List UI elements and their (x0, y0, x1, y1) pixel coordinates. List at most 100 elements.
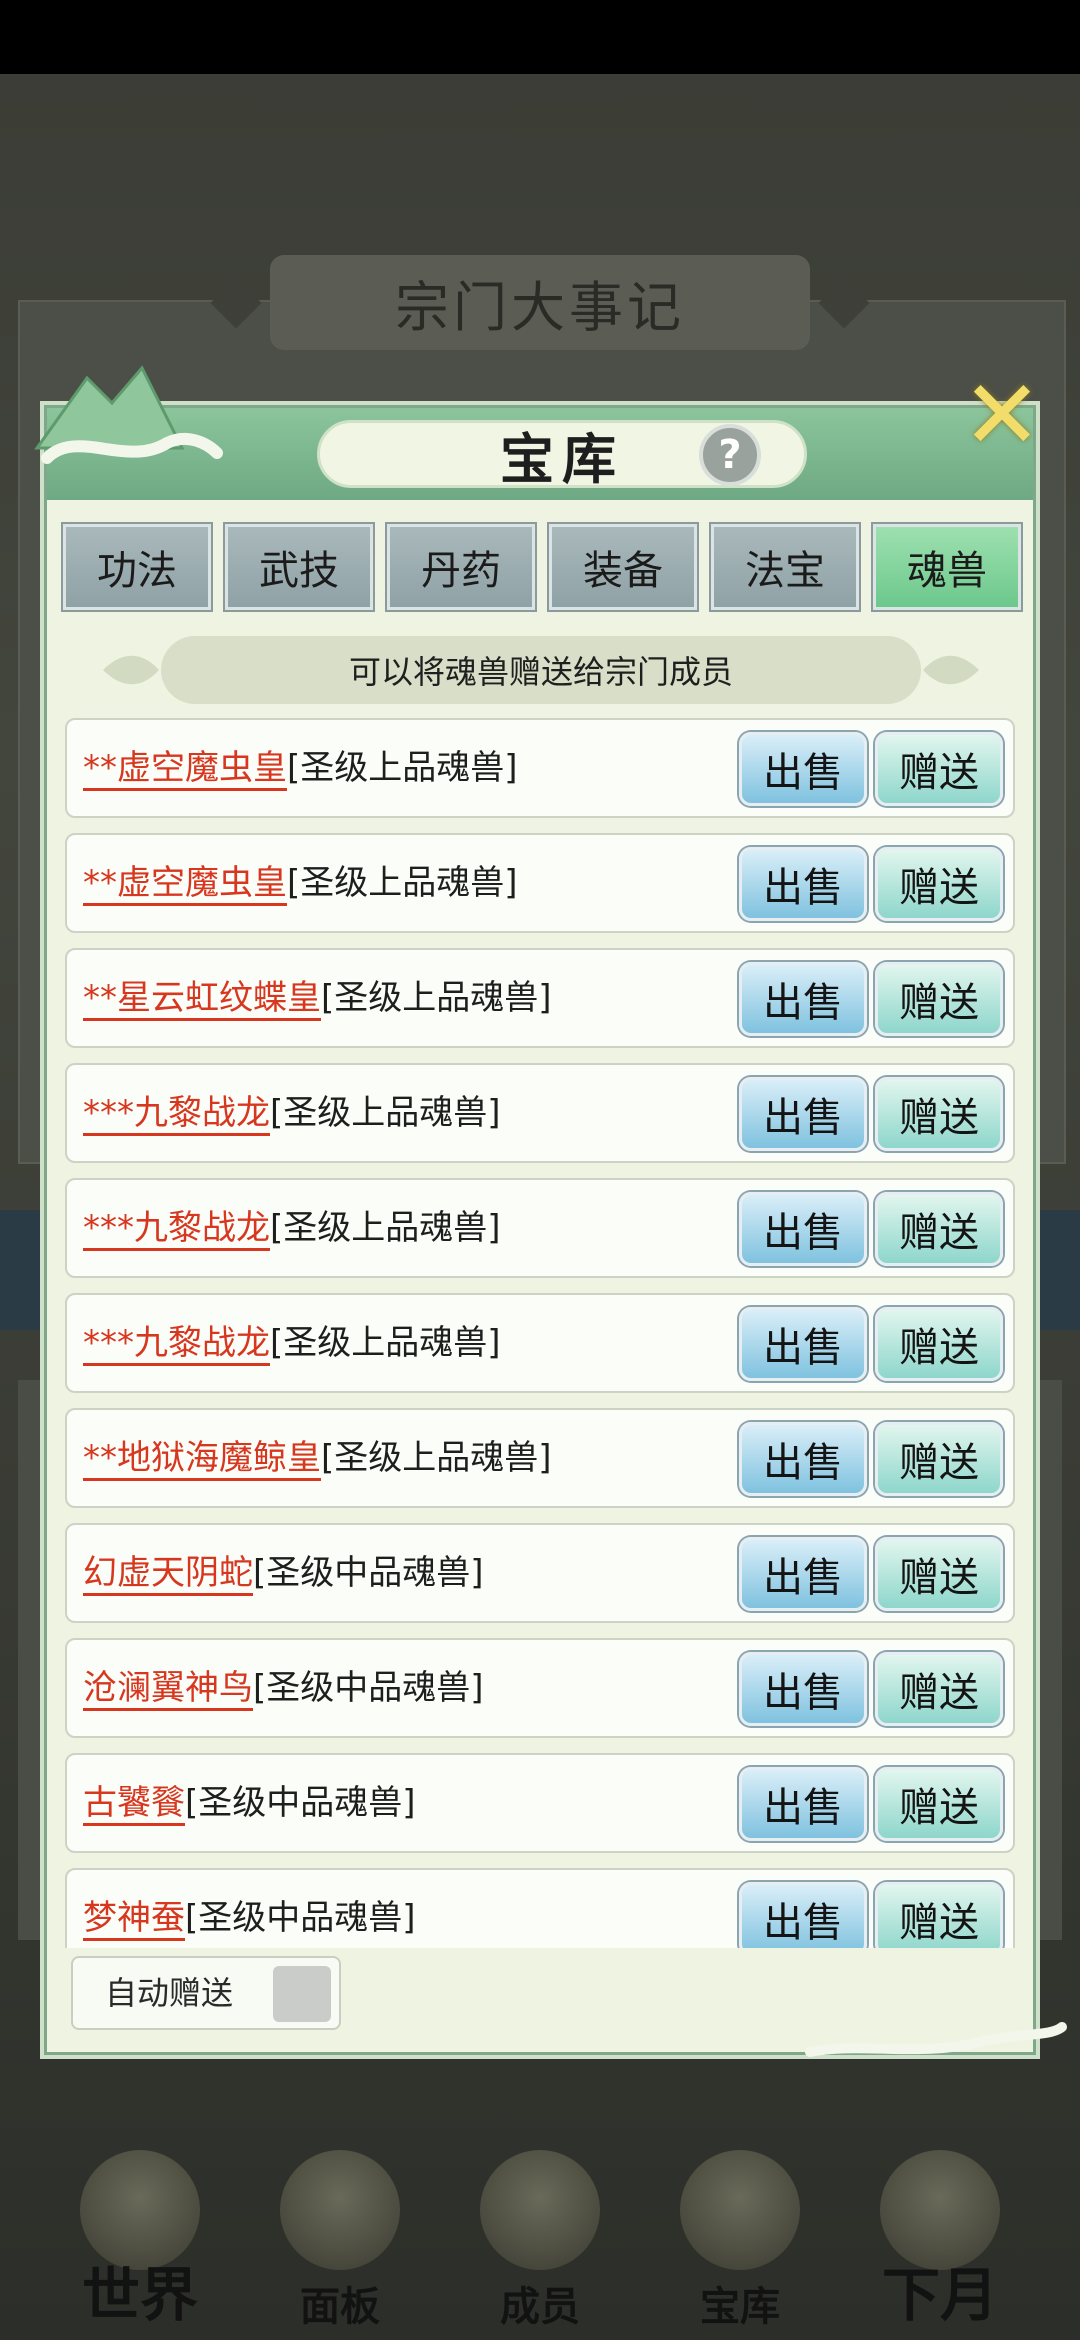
item-name-link[interactable]: 幻虚天阴蛇 (83, 1553, 253, 1596)
list-item: ***九黎战龙[圣级上品魂兽] 出售 赠送 (65, 1293, 1015, 1393)
status-bar (0, 0, 1080, 74)
tab-5[interactable]: 魂兽 (873, 524, 1021, 610)
item-grade: [圣级中品魂兽] (253, 1553, 484, 1593)
sell-button[interactable]: 出售 (739, 1652, 867, 1726)
item-name-link[interactable]: 沧澜翼神鸟 (83, 1668, 253, 1711)
sell-button[interactable]: 出售 (739, 1882, 867, 1948)
nav-label: 下月 (881, 2261, 998, 2329)
item-text: **虚空魔虫皇[圣级上品魂兽] (83, 720, 518, 820)
soul-beast-list[interactable]: **虚空魔虫皇[圣级上品魂兽] 出售 赠送 **虚空魔虫皇[圣级上品魂兽] 出售 赠送 **… (65, 718, 1015, 1948)
gift-button[interactable]: 赠送 (875, 1077, 1003, 1151)
item-grade: [圣级上品魂兽] (321, 1438, 552, 1478)
panel-gate-icon (280, 2150, 400, 2270)
tab-4[interactable]: 法宝 (711, 524, 859, 610)
item-grade: [圣级上品魂兽] (287, 863, 518, 903)
gift-button[interactable]: 赠送 (875, 1767, 1003, 1841)
nav-item-2[interactable]: 成员 (440, 2130, 640, 2340)
list-item: **地狱海魔鲸皇[圣级上品魂兽] 出售 赠送 (65, 1408, 1015, 1508)
nav-label: 面板 (300, 2283, 380, 2330)
item-name-link[interactable]: ***九黎战龙 (83, 1093, 270, 1136)
list-item: ***九黎战龙[圣级上品魂兽] 出售 赠送 (65, 1063, 1015, 1163)
item-text: ***九黎战龙[圣级上品魂兽] (83, 1065, 501, 1165)
tab-0[interactable]: 功法 (63, 524, 211, 610)
sell-button[interactable]: 出售 (739, 1767, 867, 1841)
nav-item-3[interactable]: 宝库 (640, 2130, 840, 2340)
left-wing-decoration (103, 655, 159, 685)
nav-item-1[interactable]: 面板 (240, 2130, 440, 2340)
gift-button[interactable]: 赠送 (875, 847, 1003, 921)
nav-item-0[interactable]: 世界 (40, 2130, 240, 2340)
tab-3[interactable]: 装备 (549, 524, 697, 610)
gift-button[interactable]: 赠送 (875, 732, 1003, 806)
sell-button[interactable]: 出售 (739, 847, 867, 921)
list-item: 沧澜翼神鸟[圣级中品魂兽] 出售 赠送 (65, 1638, 1015, 1738)
member-figure-icon (480, 2150, 600, 2270)
item-grade: [圣级中品魂兽] (253, 1668, 484, 1708)
item-text: ***九黎战龙[圣级上品魂兽] (83, 1295, 501, 1395)
list-item: 幻虚天阴蛇[圣级中品魂兽] 出售 赠送 (65, 1523, 1015, 1623)
item-name-link[interactable]: **星云虹纹蝶皇 (83, 978, 321, 1021)
item-text: 沧澜翼神鸟[圣级中品魂兽] (83, 1640, 484, 1740)
list-item: 梦神蚕[圣级中品魂兽] 出售 赠送 (65, 1868, 1015, 1948)
mountain-cloud-decoration (34, 365, 223, 464)
right-wing-decoration (923, 655, 979, 685)
item-grade: [圣级上品魂兽] (287, 748, 518, 788)
treasury-tower-icon (680, 2150, 800, 2270)
hint-text: 可以将魂兽赠送给宗门成员 (161, 636, 921, 704)
item-name-link[interactable]: ***九黎战龙 (83, 1208, 270, 1251)
nav-label: 世界 (81, 2261, 198, 2329)
item-text: **地狱海魔鲸皇[圣级上品魂兽] (83, 1410, 552, 1510)
list-item: **虚空魔虫皇[圣级上品魂兽] 出售 赠送 (65, 718, 1015, 818)
item-text: 幻虚天阴蛇[圣级中品魂兽] (83, 1525, 484, 1625)
gift-button[interactable]: 赠送 (875, 1882, 1003, 1948)
item-grade: [圣级上品魂兽] (321, 978, 552, 1018)
item-text: **虚空魔虫皇[圣级上品魂兽] (83, 835, 518, 935)
nav-label: 成员 (500, 2283, 580, 2330)
item-grade: [圣级上品魂兽] (270, 1093, 501, 1133)
item-name-link[interactable]: **虚空魔虫皇 (83, 863, 287, 906)
item-grade: [圣级上品魂兽] (270, 1323, 501, 1363)
bottom-nav: 世界 面板 成员 宝库 下月 (0, 2130, 1080, 2340)
gift-button[interactable]: 赠送 (875, 962, 1003, 1036)
item-text: ***九黎战龙[圣级上品魂兽] (83, 1180, 501, 1280)
treasury-dialog: 宝库 ? ✕ 功法 武技 丹药 装备 法宝 魂兽 可以将魂兽赠送给宗门成员 **虚空魔虫皇… (34, 365, 1042, 2055)
list-item: **星云虹纹蝶皇[圣级上品魂兽] 出售 赠送 (65, 948, 1015, 1048)
sell-button[interactable]: 出售 (739, 1077, 867, 1151)
gift-button[interactable]: 赠送 (875, 1652, 1003, 1726)
gift-button[interactable]: 赠送 (875, 1537, 1003, 1611)
gift-button[interactable]: 赠送 (875, 1422, 1003, 1496)
category-tabs: 功法 武技 丹药 装备 法宝 魂兽 (63, 524, 1023, 610)
cloud-decoration (805, 2022, 1067, 2057)
list-item: ***九黎战龙[圣级上品魂兽] 出售 赠送 (65, 1178, 1015, 1278)
tab-1[interactable]: 武技 (225, 524, 373, 610)
nav-item-4[interactable]: 下月 (840, 2130, 1040, 2340)
item-text: 梦神蚕[圣级中品魂兽] (83, 1870, 416, 1948)
close-button[interactable]: ✕ (957, 367, 1047, 463)
auto-gift-label: 自动赠送 (105, 1974, 234, 2012)
sell-button[interactable]: 出售 (739, 1537, 867, 1611)
gift-button[interactable]: 赠送 (875, 1307, 1003, 1381)
list-item: 古饕餮[圣级中品魂兽] 出售 赠送 (65, 1753, 1015, 1853)
sell-button[interactable]: 出售 (739, 732, 867, 806)
item-name-link[interactable]: 梦神蚕 (83, 1898, 185, 1941)
tab-2[interactable]: 丹药 (387, 524, 535, 610)
hint-bar: 可以将魂兽赠送给宗门成员 (101, 634, 981, 708)
nav-label: 宝库 (700, 2283, 780, 2330)
item-text: **星云虹纹蝶皇[圣级上品魂兽] (83, 950, 552, 1050)
item-name-link[interactable]: **地狱海魔鲸皇 (83, 1438, 321, 1481)
gift-button[interactable]: 赠送 (875, 1192, 1003, 1266)
item-name-link[interactable]: **虚空魔虫皇 (83, 748, 287, 791)
item-grade: [圣级中品魂兽] (185, 1898, 416, 1938)
item-grade: [圣级中品魂兽] (185, 1783, 416, 1823)
item-name-link[interactable]: 古饕餮 (83, 1783, 185, 1826)
auto-gift-toggle[interactable]: 自动赠送 (71, 1956, 341, 2030)
list-item: **虚空魔虫皇[圣级上品魂兽] 出售 赠送 (65, 833, 1015, 933)
auto-gift-checkbox[interactable] (273, 1966, 331, 2022)
sell-button[interactable]: 出售 (739, 1307, 867, 1381)
sell-button[interactable]: 出售 (739, 962, 867, 1036)
item-text: 古饕餮[圣级中品魂兽] (83, 1755, 416, 1855)
sell-button[interactable]: 出售 (739, 1192, 867, 1266)
item-name-link[interactable]: ***九黎战龙 (83, 1323, 270, 1366)
help-button[interactable]: ? (699, 424, 761, 486)
sell-button[interactable]: 出售 (739, 1422, 867, 1496)
